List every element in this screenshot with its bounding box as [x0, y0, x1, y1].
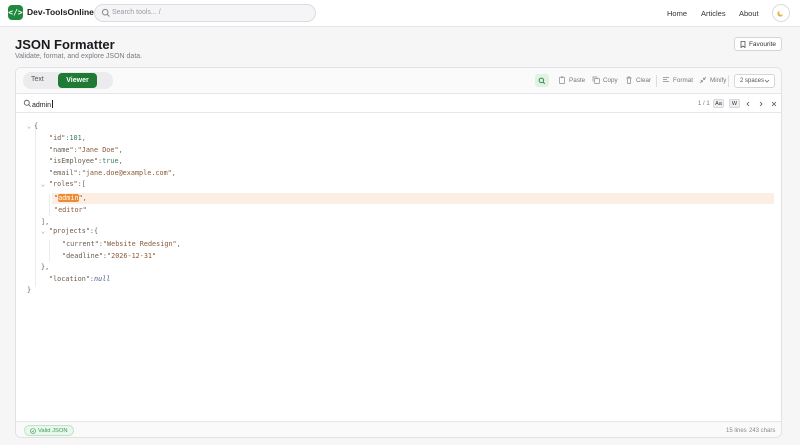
char-count: 243 chars	[749, 428, 776, 434]
search-placeholder: Search tools... /	[112, 9, 161, 16]
line-count: 15 lines	[726, 428, 747, 434]
find-input[interactable]: admin	[32, 100, 54, 109]
next-match-button[interactable]	[755, 99, 766, 108]
json-line: "roles":[	[49, 180, 86, 188]
chevron-right-icon	[759, 101, 763, 106]
json-line: "deadline":"2026-12-31"	[62, 251, 157, 260]
find-toggle-button[interactable]	[535, 74, 549, 87]
favourite-button[interactable]: Favourite	[734, 37, 782, 51]
json-tree-viewer: ⌄ { "id":101, "name":"Jane Doe", "isEmpl…	[16, 113, 781, 421]
valid-label: Valid JSON	[38, 427, 68, 434]
moon-icon	[777, 11, 783, 17]
paste-label: Paste	[569, 76, 586, 84]
indent-guide	[49, 194, 50, 216]
indent-value: 2 spaces	[740, 78, 765, 84]
json-line: "admin",	[54, 194, 87, 202]
search-icon	[101, 8, 110, 17]
json-line: "name":"Jane Doe",	[49, 145, 123, 154]
indent-guide	[49, 240, 50, 262]
clear-button[interactable]: Clear	[625, 76, 651, 84]
close-find-button[interactable]	[768, 99, 779, 108]
json-line: "email":"jane.doe@example.com",	[49, 168, 176, 177]
nav-home-link[interactable]: Home	[667, 9, 687, 18]
indent-guide	[35, 125, 36, 287]
minify-button[interactable]: Minify	[699, 76, 726, 84]
search-icon	[23, 99, 31, 107]
editor-toolbar: Text Viewer Paste Copy Clear Format Mini…	[16, 68, 781, 94]
chevron-down-icon	[764, 79, 770, 83]
page-title: JSON Formatter	[15, 37, 115, 52]
json-line: "current":"Website Redesign",	[62, 240, 181, 248]
status-bar: Valid JSON 15 lines 243 chars	[16, 421, 781, 437]
brand-name[interactable]: Dev-ToolsOnline	[27, 7, 94, 17]
toolbar-divider	[728, 75, 729, 87]
active-match-row	[52, 193, 774, 204]
json-line: {	[34, 122, 39, 130]
toolbar-divider	[656, 75, 657, 87]
code-logo-icon[interactable]: </>	[8, 5, 23, 20]
valid-json-badge: Valid JSON	[24, 425, 74, 436]
nav-articles-link[interactable]: Articles	[701, 9, 726, 18]
collapse-toggle-projects[interactable]: ⌄	[41, 227, 45, 235]
trash-icon	[626, 76, 632, 84]
format-label: Format	[673, 76, 693, 84]
top-navbar: </> Dev-ToolsOnline Search tools... / Ho…	[0, 0, 800, 27]
previous-match-button[interactable]	[742, 99, 753, 108]
nav-about-link[interactable]: About	[739, 9, 759, 18]
page-subtitle: Validate, format, and explore JSON data.	[15, 53, 143, 60]
match-case-button[interactable]: Aa	[713, 99, 724, 108]
minimize-icon	[699, 76, 707, 84]
copy-button[interactable]: Copy	[592, 76, 618, 84]
search-match-highlight: admin	[58, 194, 79, 202]
copy-label: Copy	[603, 76, 618, 84]
copy-icon	[592, 76, 600, 84]
json-line: "projects":{	[49, 227, 99, 235]
json-line: "location":null	[49, 274, 111, 283]
text-caret	[52, 100, 54, 108]
check-circle-icon	[30, 427, 36, 434]
tool-search-input[interactable]: Search tools... /	[94, 4, 316, 22]
json-line: }	[27, 286, 32, 294]
tab-viewer[interactable]: Viewer	[58, 73, 97, 88]
align-left-icon	[663, 77, 669, 82]
clear-label: Clear	[636, 76, 652, 84]
json-line: },	[41, 263, 50, 271]
find-bar: admin 1 / 1 Aa W	[16, 94, 781, 113]
chevron-left-icon	[745, 101, 749, 106]
search-icon	[538, 77, 546, 84]
json-editor-card: Text Viewer Paste Copy Clear Format Mini…	[15, 67, 782, 438]
bookmark-icon	[740, 40, 746, 48]
json-line: "id":101,	[49, 134, 86, 142]
view-mode-toggle: Text Viewer	[23, 72, 113, 89]
clipboard-icon	[559, 76, 565, 84]
json-line: "editor"	[54, 206, 87, 214]
minify-label: Minify	[710, 76, 727, 84]
tab-text[interactable]: Text	[31, 76, 44, 83]
theme-toggle-button[interactable]	[772, 4, 790, 22]
collapse-toggle-root[interactable]: ⌄	[27, 122, 31, 130]
match-count: 1 / 1	[698, 101, 710, 107]
collapse-toggle-roles[interactable]: ⌄	[41, 180, 45, 188]
format-button[interactable]: Format	[662, 76, 693, 84]
whole-word-button[interactable]: W	[729, 99, 740, 108]
find-query: admin	[32, 102, 52, 109]
indent-select[interactable]: 2 spaces	[734, 74, 775, 88]
close-icon	[771, 101, 776, 106]
paste-button[interactable]: Paste	[558, 76, 585, 84]
json-line: "isEmployee":true,	[49, 157, 123, 165]
favourite-label: Favourite	[748, 40, 777, 48]
